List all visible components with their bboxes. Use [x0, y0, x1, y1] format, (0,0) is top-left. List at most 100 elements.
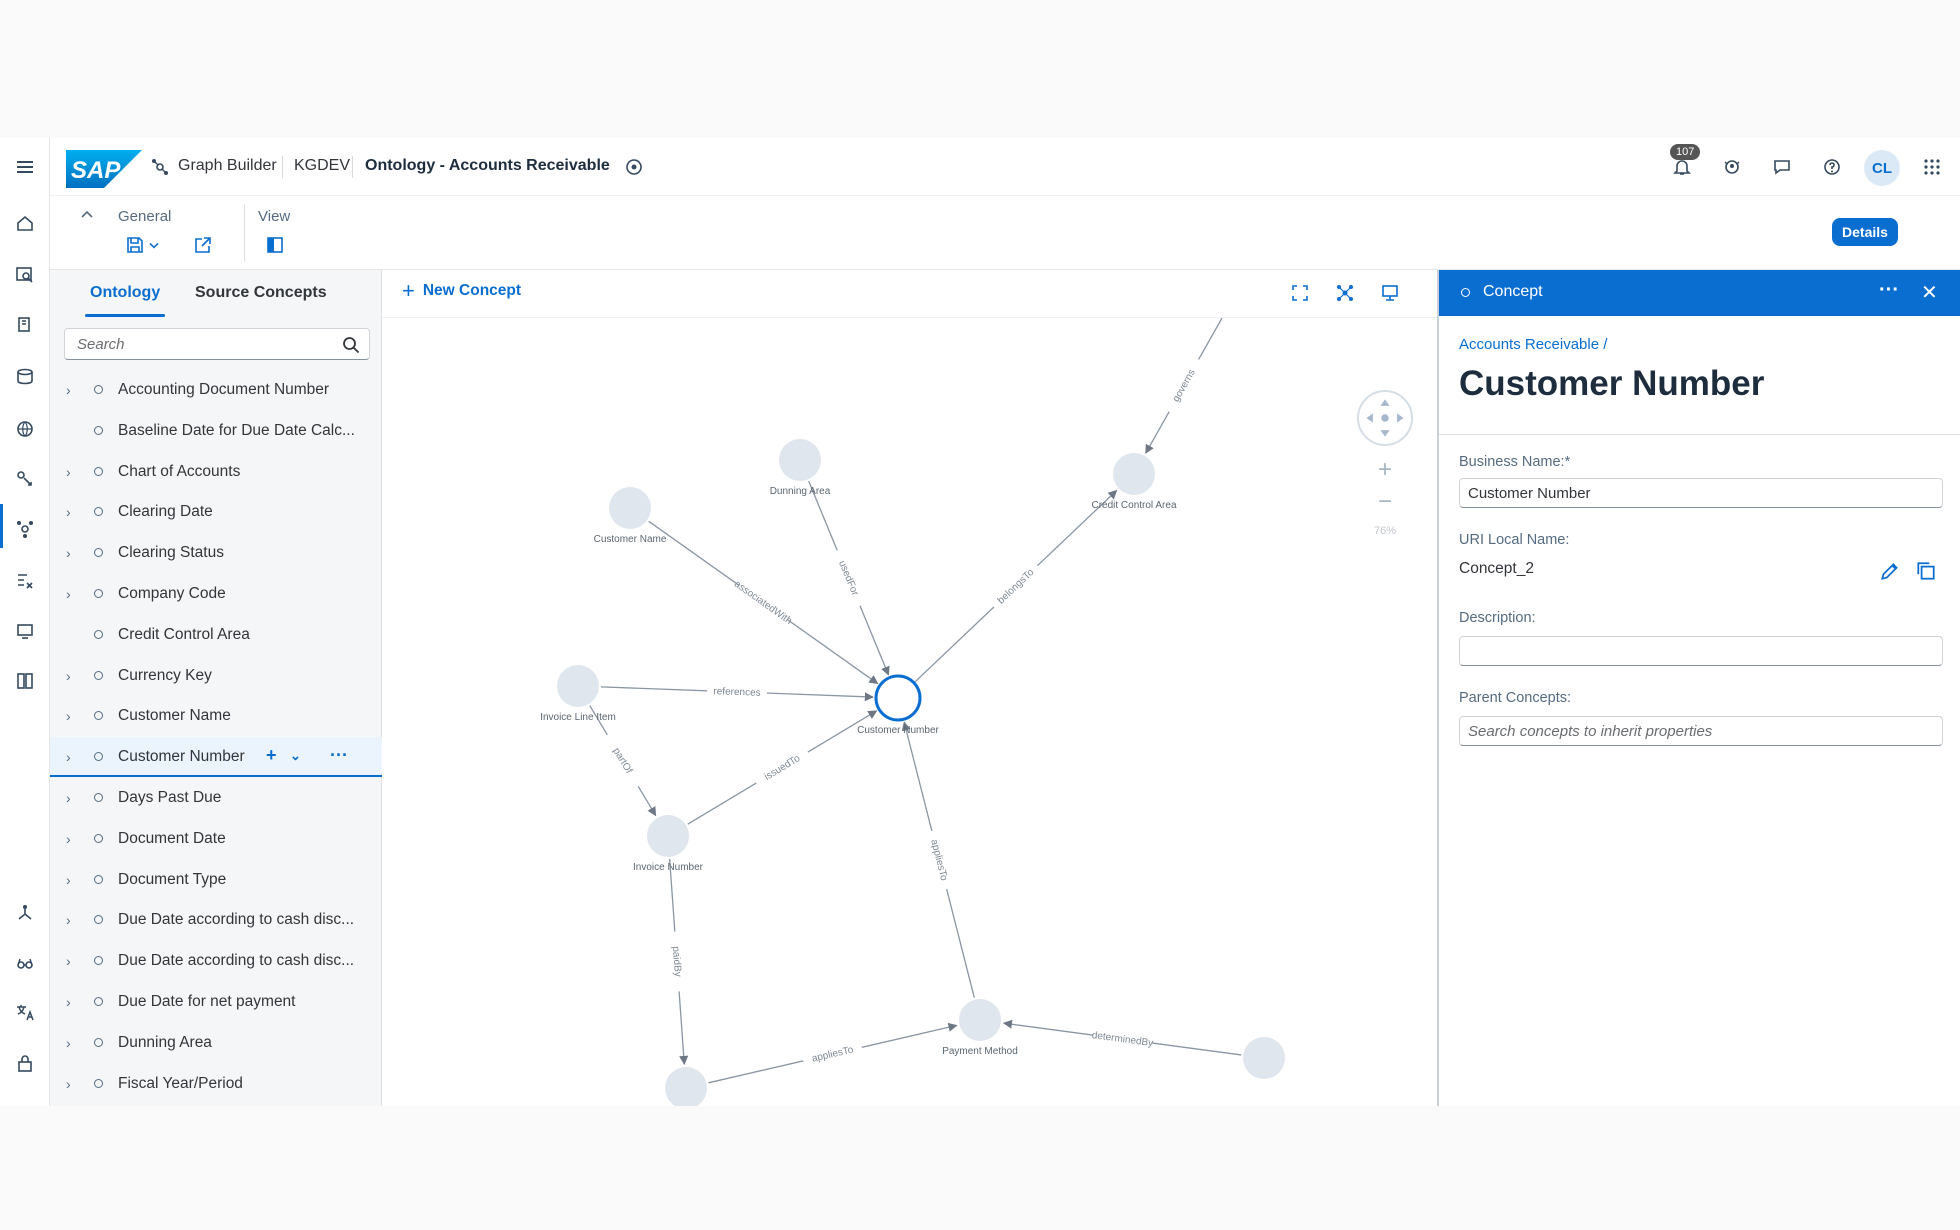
info-circle-icon[interactable] [620, 153, 648, 181]
graph-node[interactable] [647, 815, 689, 857]
add-subconcept-icon[interactable]: + [266, 745, 277, 766]
tree-item[interactable]: › Customer Name [50, 696, 382, 736]
expand-chevron-icon[interactable]: › [66, 708, 78, 724]
save-icon[interactable] [122, 232, 148, 258]
mapping-icon[interactable] [12, 466, 38, 492]
tab-source-concepts[interactable]: Source Concepts [195, 284, 327, 302]
zoom-out-button[interactable]: − [1372, 490, 1398, 516]
tree-item[interactable]: › Chart of Accounts [50, 452, 382, 492]
save-dropdown-icon[interactable] [146, 232, 162, 258]
expand-chevron-icon[interactable]: › [66, 994, 78, 1010]
graph-canvas[interactable]: + New Concept governs associatedWith usedF… [382, 270, 1437, 1106]
feedback-icon[interactable] [1768, 153, 1796, 181]
ontology-graph[interactable]: governs associatedWith usedFor belongsTo ref… [382, 318, 1437, 1106]
tree-item[interactable]: › Document Type [50, 860, 382, 900]
monitor-icon[interactable] [12, 618, 38, 644]
expand-chevron-icon[interactable]: › [66, 382, 78, 398]
more-options-icon[interactable]: ··· [1879, 279, 1899, 302]
expand-chevron-icon[interactable]: › [66, 912, 78, 928]
app-name: Graph Builder [178, 157, 277, 174]
compare-icon[interactable] [12, 668, 38, 694]
expand-chevron-icon[interactable]: › [66, 872, 78, 888]
expand-chevron-icon[interactable]: › [66, 545, 78, 561]
translate-icon[interactable] [12, 1000, 38, 1026]
presentation-icon[interactable] [1377, 280, 1403, 306]
glasses-icon[interactable] [12, 950, 38, 976]
auto-layout-icon[interactable] [1332, 280, 1358, 306]
tree-item[interactable]: › Days Past Due [50, 778, 382, 818]
search-concepts-icon[interactable] [12, 262, 38, 288]
expand-chevron-icon[interactable]: › [66, 464, 78, 480]
tree-item[interactable]: › Company Code [50, 574, 382, 614]
graph-node[interactable] [874, 674, 922, 722]
add-dropdown-icon[interactable]: ⌄ [290, 748, 301, 764]
expand-chevron-icon[interactable]: › [66, 586, 78, 602]
export-icon[interactable] [190, 232, 216, 258]
tree-item[interactable]: › Due Date for net payment [50, 982, 382, 1022]
graph-node[interactable] [609, 487, 651, 529]
zoom-in-button[interactable]: + [1372, 458, 1398, 484]
tree-item[interactable]: › Clearing Date [50, 492, 382, 532]
search-input[interactable]: Search [64, 328, 370, 360]
expand-chevron-icon[interactable]: › [66, 504, 78, 520]
expand-chevron-icon[interactable]: › [66, 668, 78, 684]
menu-icon[interactable] [12, 154, 38, 180]
expand-chevron-icon[interactable]: › [66, 953, 78, 969]
new-concept-button[interactable]: + New Concept [402, 280, 521, 302]
tree-item[interactable]: › Due Date according to cash disc... [50, 941, 382, 981]
tree-item[interactable]: › Currency Key [50, 656, 382, 696]
expand-chevron-icon[interactable]: › [66, 831, 78, 847]
sap-logo[interactable]: SAP [66, 150, 142, 188]
tree-item[interactable]: › Clearing Status [50, 533, 382, 573]
divider [282, 156, 283, 178]
tree-item[interactable]: Baseline Date for Due Date Calc... [50, 411, 382, 451]
assistant-icon[interactable] [1718, 153, 1746, 181]
tree-item[interactable]: Credit Control Area [50, 615, 382, 655]
user-avatar[interactable]: CL [1864, 150, 1900, 186]
database-icon[interactable] [12, 364, 38, 390]
graph-node[interactable] [665, 1067, 707, 1106]
pan-control[interactable] [1357, 390, 1413, 446]
home-icon[interactable] [12, 210, 38, 236]
expand-chevron-icon[interactable]: › [66, 1076, 78, 1092]
description-field[interactable] [1459, 636, 1943, 666]
details-button[interactable]: Details [1832, 218, 1898, 246]
tree-item[interactable]: › Due Date according to cash disc... [50, 900, 382, 940]
graph-node[interactable] [959, 999, 1001, 1041]
collapse-chevron-icon[interactable] [74, 202, 100, 228]
documents-icon[interactable] [12, 312, 38, 338]
concept-icon [94, 670, 103, 680]
close-icon[interactable]: ✕ [1921, 280, 1938, 305]
edit-pencil-icon[interactable] [1879, 560, 1901, 582]
expand-chevron-icon[interactable]: › [66, 790, 78, 806]
help-icon[interactable] [1818, 153, 1846, 181]
copy-icon[interactable] [1915, 560, 1937, 582]
tree-item[interactable]: › Customer Number + ⌄ ··· [50, 737, 382, 778]
app-grid-icon[interactable] [1918, 153, 1946, 181]
graph-node[interactable] [1243, 1037, 1285, 1079]
pan-arrows-icon[interactable] [1359, 392, 1411, 444]
side-panel-toggle-icon[interactable] [262, 232, 288, 258]
parent-concepts-field[interactable]: Search concepts to inherit properties [1459, 716, 1943, 746]
hierarchy-icon[interactable] [12, 900, 38, 926]
graph-node[interactable] [557, 665, 599, 707]
graph-node[interactable] [1113, 453, 1155, 495]
tree-item[interactable]: › Document Date [50, 819, 382, 859]
lock-icon[interactable] [12, 1050, 38, 1076]
search-icon[interactable] [341, 335, 361, 355]
ontology-icon[interactable] [12, 516, 38, 542]
row-more-icon[interactable]: ··· [330, 745, 348, 766]
tab-ontology[interactable]: Ontology [90, 284, 160, 302]
tree-item[interactable]: › Fiscal Year/Period [50, 1064, 382, 1104]
fit-to-screen-icon[interactable] [1287, 280, 1313, 306]
rules-icon[interactable] [12, 568, 38, 594]
tree-item[interactable]: › Dunning Area [50, 1023, 382, 1063]
tree-item[interactable]: › Accounting Document Number [50, 370, 382, 410]
expand-chevron-icon[interactable]: › [66, 1035, 78, 1051]
business-name-field[interactable]: Customer Number [1459, 478, 1943, 508]
tree-item-label: Fiscal Year/Period [118, 1074, 243, 1092]
globe-icon[interactable] [12, 416, 38, 442]
breadcrumb[interactable]: Accounts Receivable / [1459, 336, 1607, 353]
graph-node[interactable] [779, 439, 821, 481]
expand-chevron-icon[interactable]: › [66, 749, 78, 765]
